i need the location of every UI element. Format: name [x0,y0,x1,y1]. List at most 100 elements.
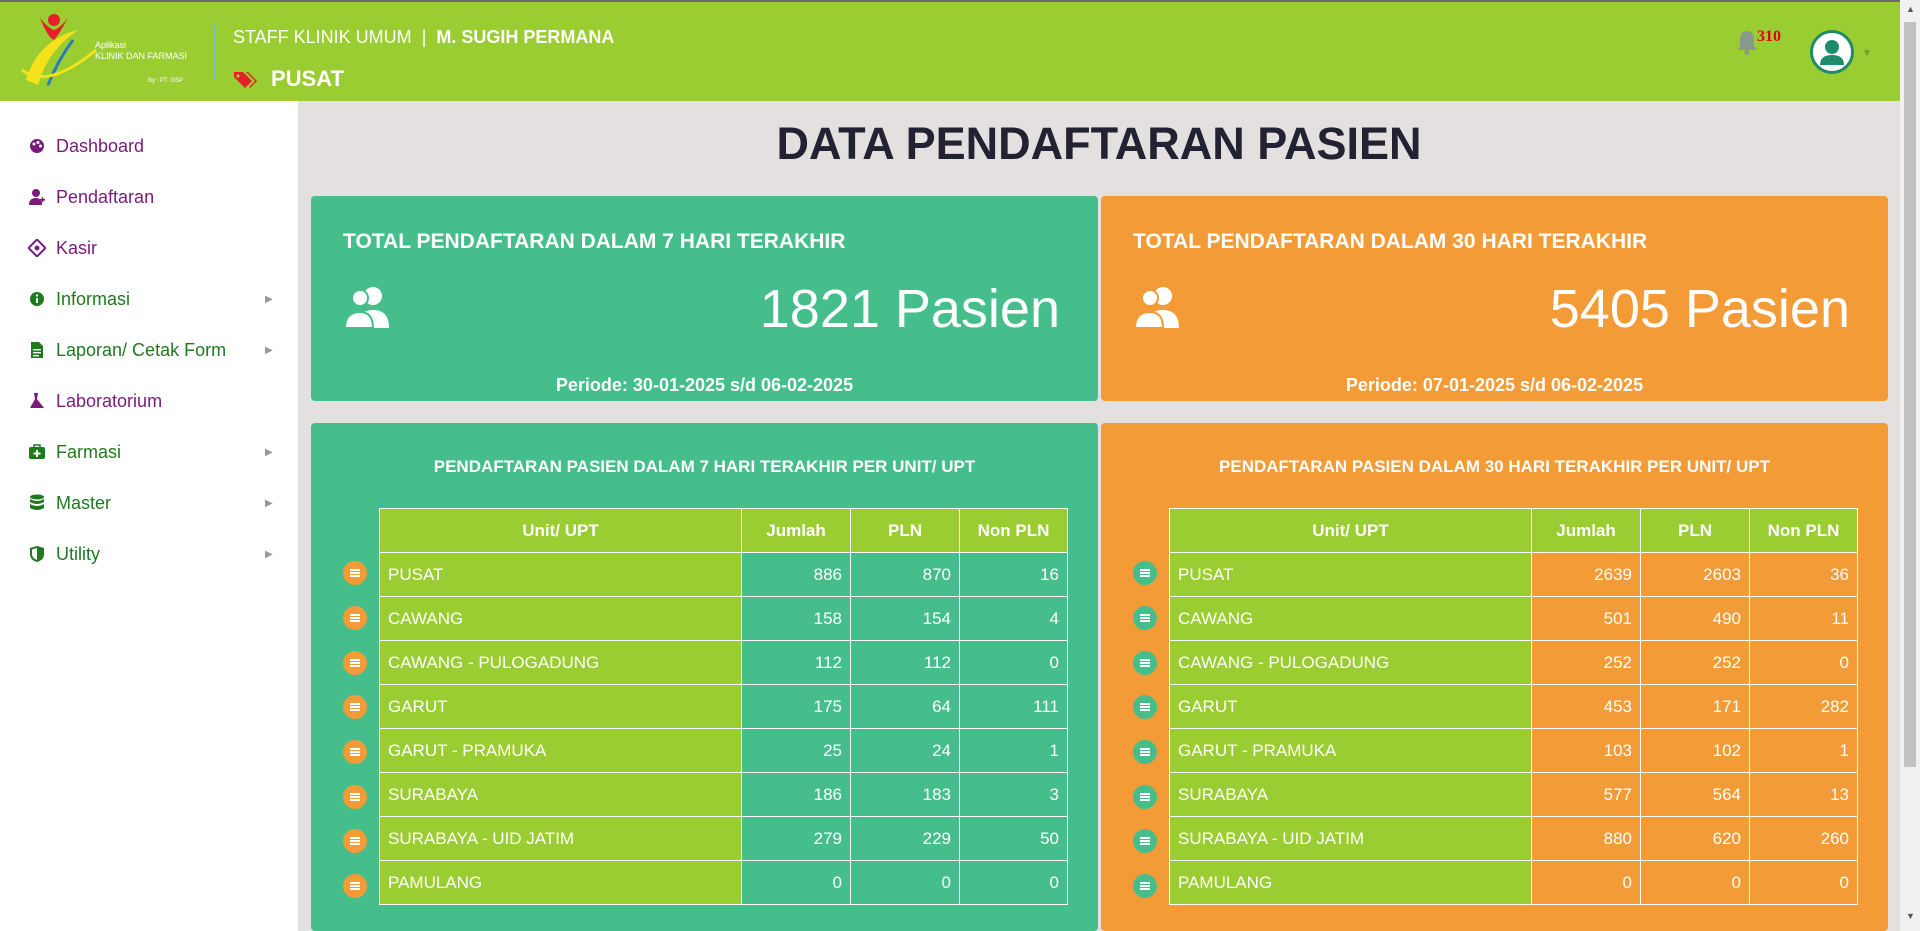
col-header-pln: PLN [1640,508,1750,553]
list-icon [1140,840,1150,842]
list-icon [1140,662,1150,664]
row-menu-button[interactable] [1133,740,1157,764]
list-icon [1140,796,1150,798]
row-menu-button[interactable] [343,695,367,719]
cell-unit: SURABAYA [1169,772,1532,817]
row-menu-button[interactable] [1133,695,1157,719]
location-label: PUSAT [233,66,344,92]
chevron-right-icon: ▶ [265,497,273,509]
list-icon [350,751,360,753]
cell-jumlah: 112 [741,640,851,685]
table-row: GARUT 175 64 111 [379,684,1068,729]
sidebar-item-label: Pendaftaran [56,186,155,207]
sidebar-item-utility[interactable]: Utility ▶ [28,540,273,568]
row-menu-button[interactable] [1133,561,1157,585]
sidebar-item-kasir[interactable]: Kasir [28,234,97,262]
table-row: PAMULANG 0 0 0 [379,860,1068,905]
row-menu-button[interactable] [343,651,367,675]
scroll-down-icon[interactable]: ▼ [1906,911,1915,921]
chevron-down-icon[interactable]: ▼ [1862,48,1872,59]
col-header-jumlah: Jumlah [741,508,851,553]
header-divider [213,24,215,80]
table-row: CAWANG - PULOGADUNG 112 112 0 [379,640,1068,685]
chevron-right-icon: ▶ [265,446,273,458]
user-avatar[interactable] [1810,30,1854,74]
cell-unit: GARUT - PRAMUKA [1169,728,1532,773]
cell-pln: 154 [850,596,960,641]
scroll-up-icon[interactable]: ▲ [1906,4,1915,14]
row-menu-button[interactable] [343,785,367,809]
cell-unit: PAMULANG [379,860,742,905]
table-row: SURABAYA 577 564 13 [1169,772,1858,817]
user-info: STAFF KLINIK UMUM | M. SUGIH PERMANA [233,27,614,48]
cell-jumlah: 453 [1531,684,1641,729]
table-row: SURABAYA - UID JATIM 880 620 260 [1169,816,1858,861]
sidebar-item-dashboard[interactable]: Dashboard [28,132,144,160]
location-name: PUSAT [271,66,344,91]
sidebar-item-laporan[interactable]: Laporan/ Cetak Form ▶ [28,336,273,364]
list-icon [350,662,360,664]
flask-icon [28,392,46,410]
user-icon [1820,40,1844,65]
cell-unit: GARUT - PRAMUKA [379,728,742,773]
list-icon [350,617,360,619]
sidebar-item-farmasi[interactable]: Farmasi ▶ [28,438,273,466]
col-header-pln: PLN [850,508,960,553]
sidebar-item-pendaftaran[interactable]: Pendaftaran [28,183,154,211]
cell-unit: SURABAYA [379,772,742,817]
cell-nonpln: 1 [959,728,1068,773]
cell-pln: 183 [850,772,960,817]
table-row: PUSAT 886 870 16 [379,552,1068,597]
scrollbar-thumb[interactable] [1904,22,1916,767]
list-icon [350,572,360,574]
summary-card-7days: TOTAL PENDAFTARAN DALAM 7 HARI TERAKHIR … [311,196,1098,401]
cell-pln: 620 [1640,816,1750,861]
cell-nonpln: 111 [959,684,1068,729]
list-icon [350,885,360,887]
user-role: STAFF KLINIK UMUM [233,27,412,47]
sidebar-item-master[interactable]: Master ▶ [28,489,273,517]
notification-badge[interactable]: 310 [1757,28,1781,46]
cell-pln: 490 [1640,596,1750,641]
cell-nonpln: 36 [1749,552,1858,597]
cell-unit: GARUT [379,684,742,729]
row-menu-button[interactable] [1133,829,1157,853]
table-row: SURABAYA - UID JATIM 279 229 50 [379,816,1068,861]
row-menu-button[interactable] [1133,651,1157,675]
cell-nonpln: 282 [1749,684,1858,729]
row-menu-button[interactable] [343,606,367,630]
table-header-row: Unit/ UPT Jumlah PLN Non PLN [379,508,1068,553]
card-title: TOTAL PENDAFTARAN DALAM 7 HARI TERAKHIR [343,230,846,253]
unit-table: Unit/ UPT Jumlah PLN Non PLN PUSAT 886 870… [379,508,1068,905]
page-scrollbar[interactable]: ▲ ▼ [1900,0,1920,931]
cell-nonpln: 4 [959,596,1068,641]
sidebar-item-informasi[interactable]: Informasi ▶ [28,285,273,313]
cell-nonpln: 50 [959,816,1068,861]
cell-jumlah: 886 [741,552,851,597]
col-header-unit: Unit/ UPT [1169,508,1532,553]
table-row: GARUT - PRAMUKA 25 24 1 [379,728,1068,773]
sidebar-item-label: Informasi [56,288,131,309]
cell-jumlah: 186 [741,772,851,817]
row-menu-button[interactable] [1133,606,1157,630]
cell-unit: PAMULANG [1169,860,1532,905]
row-menu-button[interactable] [1133,874,1157,898]
sidebar-item-laboratorium[interactable]: Laboratorium [28,387,162,415]
logo-by: By : PT. GSP [148,78,184,84]
cell-pln: 0 [1640,860,1750,905]
col-header-nonpln: Non PLN [959,508,1068,553]
list-icon [350,706,360,708]
row-menu-button[interactable] [343,829,367,853]
cell-unit: CAWANG - PULOGADUNG [379,640,742,685]
row-menu-button[interactable] [343,874,367,898]
row-menu-button[interactable] [1133,785,1157,809]
cell-nonpln: 0 [1749,860,1858,905]
row-menu-button[interactable] [343,740,367,764]
table-row: CAWANG 158 154 4 [379,596,1068,641]
chevron-right-icon: ▶ [265,548,273,560]
card-value: 5405 Pasien [1549,279,1850,339]
cell-pln: 64 [850,684,960,729]
app-logo[interactable]: Aplikasi KLINIK DAN FARMASI By : PT. GSP [18,10,198,94]
row-menu-button[interactable] [343,561,367,585]
separator: | [421,27,427,47]
